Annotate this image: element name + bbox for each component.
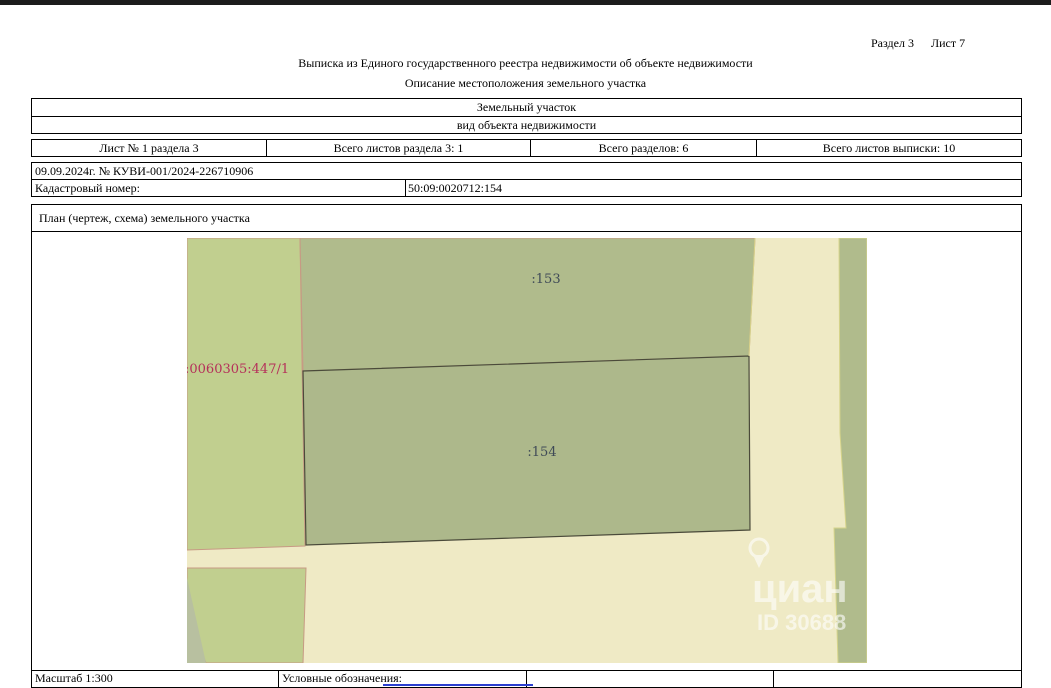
object-type-row: Земельный участок <box>31 98 1022 117</box>
top-dark-bar <box>0 0 1051 5</box>
watermark-brand: циан <box>752 567 848 611</box>
total-section-sheets: Всего листов раздела 3: 1 <box>333 140 464 155</box>
label-447: :0060305:447/1 <box>187 362 289 377</box>
sheet-info-row: Лист № 1 раздела 3 Всего листов раздела … <box>31 139 1022 157</box>
cadastral-row: Кадастровый номер: 50:09:0020712:154 <box>31 179 1022 197</box>
date-number: 09.09.2024г. № КУВИ-001/2024-226710906 <box>35 163 254 178</box>
parcel-153 <box>299 238 756 372</box>
object-type-caption-row: вид объекта недвижимости <box>31 116 1022 134</box>
plan-title: План (чертеж, схема) земельного участка <box>39 210 250 225</box>
label-154: :154 <box>527 445 556 460</box>
label-153: :153 <box>531 272 560 287</box>
cadastral-label: Кадастровый номер: <box>35 180 140 195</box>
sheet-of-section: Лист № 1 раздела 3 <box>99 140 199 155</box>
parcel-bottom-left <box>187 567 307 663</box>
cadastral-number: 50:09:0020712:154 <box>408 180 503 195</box>
document-subtitle: Описание местоположения земельного участ… <box>404 76 647 90</box>
parcel-map: :153 :154 :0060305:447/1 циан ID 30688 <box>187 238 867 663</box>
parcel-left <box>187 238 306 551</box>
watermark-id: ID 30688 <box>757 610 846 635</box>
section-number: Раздел 3 <box>871 36 914 50</box>
total-sections: Всего разделов: 6 <box>598 140 689 155</box>
object-type-caption: вид объекта недвижимости <box>456 117 597 132</box>
total-extract-sheets: Всего листов выписки: 10 <box>822 140 956 155</box>
document-title: Выписка из Единого государственного реес… <box>298 56 753 70</box>
scale: Масштаб 1:300 <box>35 671 113 685</box>
plan-title-row: План (чертеж, схема) земельного участка <box>31 204 1022 232</box>
object-type: Земельный участок <box>476 100 577 114</box>
sheet-number: Лист 7 <box>931 36 966 50</box>
record-row: 09.09.2024г. № КУВИ-001/2024-226710906 <box>31 162 1022 180</box>
